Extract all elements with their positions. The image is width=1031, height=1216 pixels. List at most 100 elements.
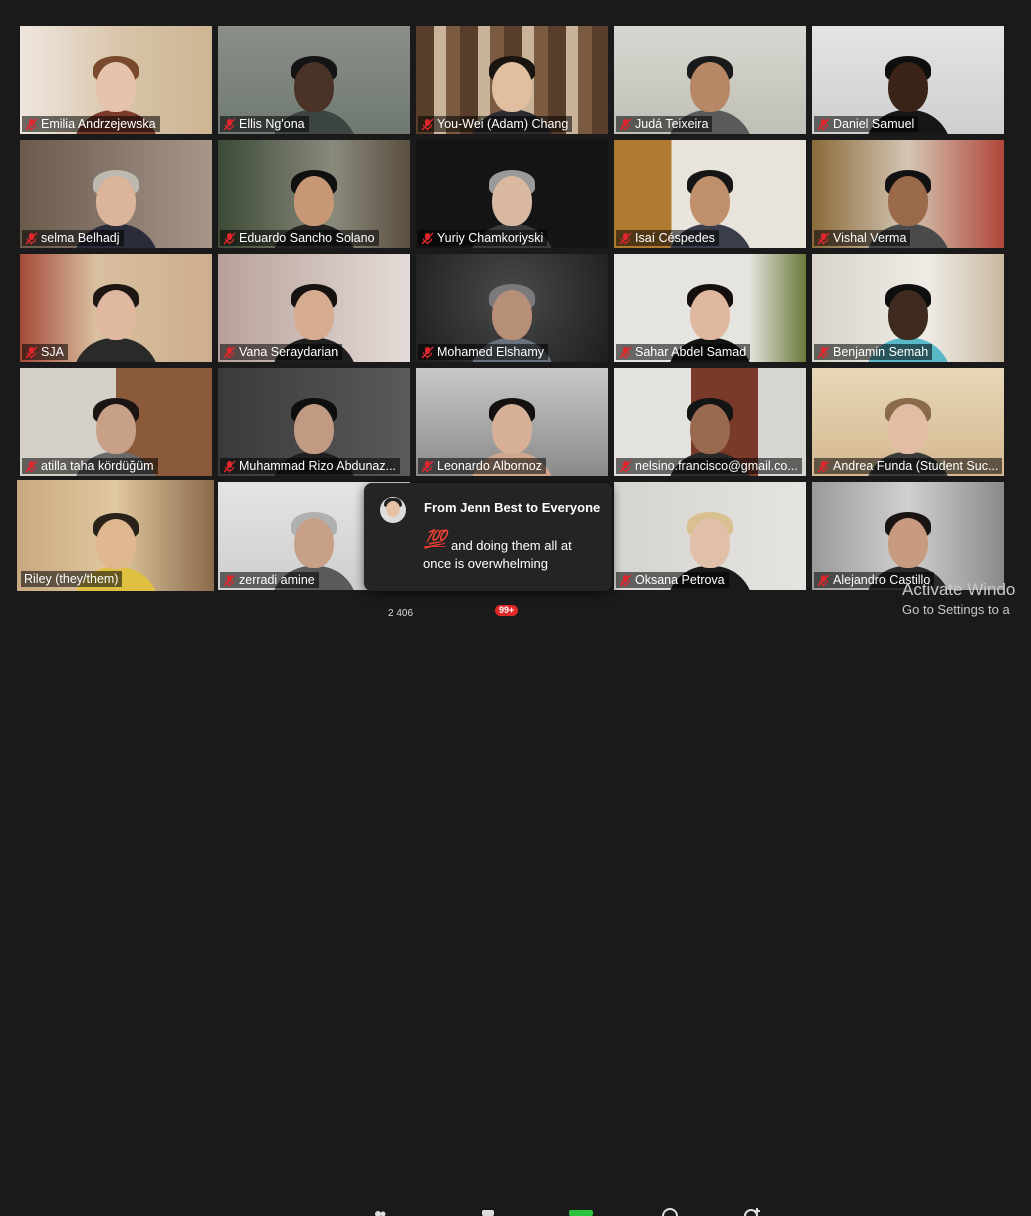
muted-mic-icon: [421, 460, 434, 473]
share-screen-icon[interactable]: [569, 1210, 593, 1216]
participant-tile[interactable]: selma Belhadj: [20, 140, 212, 248]
muted-mic-icon: [223, 574, 236, 587]
muted-mic-icon: [25, 460, 38, 473]
participant-tile[interactable]: Vishal Verma: [812, 140, 1004, 248]
participant-name: SJA: [41, 345, 64, 359]
participant-name-label: zerradi amine: [220, 572, 319, 588]
participant-name: Vishal Verma: [833, 231, 906, 245]
muted-mic-icon: [817, 460, 830, 473]
participant-tile[interactable]: Daniel Samuel: [812, 26, 1004, 134]
muted-mic-icon: [25, 346, 38, 359]
muted-mic-icon: [223, 118, 236, 131]
muted-mic-icon: [25, 232, 38, 245]
participant-name-label: Vishal Verma: [814, 230, 910, 246]
muted-mic-icon: [817, 574, 830, 587]
participant-name: Vana Seraydarian: [239, 345, 338, 359]
participant-tile[interactable]: Alejandro Castillo: [812, 482, 1004, 590]
participant-tile[interactable]: nelsino.francisco@gmail.co...: [614, 368, 806, 476]
participant-name-label: Ellis Ng'ona: [220, 116, 309, 132]
participant-name-label: Daniel Samuel: [814, 116, 918, 132]
participant-tile[interactable]: Isaí Céspedes: [614, 140, 806, 248]
reactions-icon[interactable]: [742, 1208, 760, 1216]
participant-name: Riley (they/them): [24, 572, 118, 586]
muted-mic-icon: [619, 574, 632, 587]
participant-name-label: Muhammad Rizo Abdunaz...: [220, 458, 400, 474]
muted-mic-icon: [421, 232, 434, 245]
participant-tile[interactable]: Vana Seraydarian: [218, 254, 410, 362]
participants-count: 2 406: [388, 608, 413, 619]
participant-name: Benjamin Semah: [833, 345, 928, 359]
participant-name-label: selma Belhadj: [22, 230, 124, 246]
participant-tile[interactable]: Andrea Funda (Student Suc...: [812, 368, 1004, 476]
participant-name: Emilia Andrzejewska: [41, 117, 156, 131]
participant-tile[interactable]: Yuriy Chamkoriyski: [416, 140, 608, 248]
participant-tile[interactable]: atilla taha kördüğüm: [20, 368, 212, 476]
chat-notification-title: From Jenn Best to Everyone: [424, 500, 600, 515]
participant-name-label: Emilia Andrzejewska: [22, 116, 160, 132]
participants-icon[interactable]: [374, 1210, 386, 1216]
muted-mic-icon: [223, 460, 236, 473]
participant-name-label: Oksana Petrova: [616, 572, 729, 588]
participant-tile[interactable]: Eduardo Sancho Solano: [218, 140, 410, 248]
participant-name-label: Benjamin Semah: [814, 344, 932, 360]
participant-tile[interactable]: Oksana Petrova: [614, 482, 806, 590]
participant-tile[interactable]: Emilia Andrzejewska: [20, 26, 212, 134]
participant-video: [73, 282, 159, 362]
participant-tile[interactable]: Muhammad Rizo Abdunaz...: [218, 368, 410, 476]
participant-tile[interactable]: Ellis Ng'ona: [218, 26, 410, 134]
participant-name: selma Belhadj: [41, 231, 120, 245]
participant-name: Andrea Funda (Student Suc...: [833, 459, 998, 473]
muted-mic-icon: [619, 346, 632, 359]
participant-tile[interactable]: Mohamed Elshamy: [416, 254, 608, 362]
participant-tile[interactable]: Sahar Abdel Samad: [614, 254, 806, 362]
participant-name: Isaí Céspedes: [635, 231, 715, 245]
sender-avatar: [380, 497, 406, 523]
participant-name: Oksana Petrova: [635, 573, 725, 587]
participant-name: Yuriy Chamkoriyski: [437, 231, 543, 245]
participant-tile[interactable]: Leonardo Albornoz: [416, 368, 608, 476]
muted-mic-icon: [817, 118, 830, 131]
activation-watermark-text: Go to Settings to a: [902, 602, 1010, 617]
muted-mic-icon: [421, 346, 434, 359]
participant-name: zerradi amine: [239, 573, 315, 587]
participant-name: You-Wei (Adam) Chang: [437, 117, 568, 131]
chat-unread-badge: 99+: [495, 605, 518, 616]
participant-tile[interactable]: You-Wei (Adam) Chang: [416, 26, 608, 134]
participant-name: Daniel Samuel: [833, 117, 914, 131]
activation-watermark-title: Activate Windo: [902, 580, 1015, 600]
participant-name: Eduardo Sancho Solano: [239, 231, 375, 245]
participant-name-label: nelsino.francisco@gmail.co...: [616, 458, 802, 474]
chat-notification[interactable]: From Jenn Best to Everyone 💯 and doing t…: [364, 483, 612, 591]
participant-name-label: Leonardo Albornoz: [418, 458, 546, 474]
muted-mic-icon: [223, 232, 236, 245]
participant-name-label: Riley (they/them): [21, 571, 122, 587]
participant-tile[interactable]: Benjamin Semah: [812, 254, 1004, 362]
participant-name: Ellis Ng'ona: [239, 117, 305, 131]
participant-name-label: Sahar Abdel Samad: [616, 344, 750, 360]
participant-tile[interactable]: Judá Teixeira: [614, 26, 806, 134]
participant-name: Judá Teixeira: [635, 117, 708, 131]
muted-mic-icon: [25, 118, 38, 131]
muted-mic-icon: [817, 346, 830, 359]
active-speaker-tile[interactable]: Riley (they/them): [17, 480, 214, 591]
muted-mic-icon: [619, 460, 632, 473]
participant-name-label: You-Wei (Adam) Chang: [418, 116, 572, 132]
participant-name-label: Vana Seraydarian: [220, 344, 342, 360]
muted-mic-icon: [817, 232, 830, 245]
chat-icon[interactable]: [482, 1210, 494, 1216]
muted-mic-icon: [421, 118, 434, 131]
participant-name-label: Judá Teixeira: [616, 116, 712, 132]
participant-name: nelsino.francisco@gmail.co...: [635, 459, 798, 473]
participant-name: Muhammad Rizo Abdunaz...: [239, 459, 396, 473]
participant-name-label: atilla taha kördüğüm: [22, 458, 158, 474]
muted-mic-icon: [619, 232, 632, 245]
muted-mic-icon: [223, 346, 236, 359]
participant-name: Leonardo Albornoz: [437, 459, 542, 473]
participant-name-label: Yuriy Chamkoriyski: [418, 230, 547, 246]
participant-name-label: SJA: [22, 344, 68, 360]
participant-name-label: Andrea Funda (Student Suc...: [814, 458, 1002, 474]
participant-name: Mohamed Elshamy: [437, 345, 544, 359]
participant-tile[interactable]: SJA: [20, 254, 212, 362]
muted-mic-icon: [619, 118, 632, 131]
record-icon[interactable]: [661, 1208, 679, 1216]
